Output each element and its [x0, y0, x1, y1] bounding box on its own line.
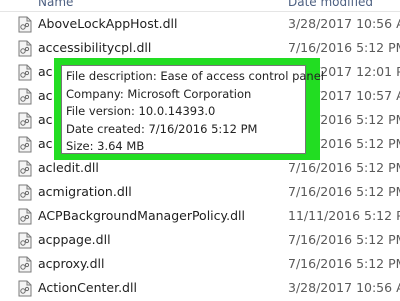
file-date-modified: 7/16/2016 5:12 PM — [288, 40, 400, 55]
file-date-modified: 7/16/2016 5:12 PM — [288, 256, 400, 271]
column-header-name[interactable]: Name — [38, 0, 73, 9]
dll-file-icon — [18, 232, 32, 249]
tooltip-date-created: Date created: 7/16/2016 5:12 PM — [66, 121, 258, 136]
column-header-bar: Name Date modified — [0, 0, 400, 12]
file-date-modified: 7/16/2016 5:12 PM — [288, 184, 400, 199]
file-date-modified: 3/28/2017 10:56 AM — [288, 280, 400, 295]
dll-file-icon — [18, 256, 32, 273]
dll-file-icon — [18, 208, 32, 225]
file-row[interactable]: acppage.dll 7/16/2016 5:12 PM — [0, 229, 400, 253]
dll-file-icon — [18, 16, 32, 33]
dll-file-icon — [18, 40, 32, 57]
file-name: AboveLockAppHost.dll — [38, 16, 178, 31]
file-row[interactable]: AboveLockAppHost.dll 3/28/2017 10:56 AM — [0, 13, 400, 37]
file-name: acproxy.dll — [38, 256, 105, 271]
file-date-modified: 7/16/2016 5:12 PM — [288, 232, 400, 247]
tooltip-file-description: File description: Ease of access control… — [66, 69, 324, 83]
file-date-modified: 7/16/2016 5:12 PM — [288, 160, 400, 175]
file-name: ActionCenter.dll — [38, 280, 137, 295]
dll-file-icon — [18, 184, 32, 201]
file-row[interactable]: acmigration.dll 7/16/2016 5:12 PM — [0, 181, 400, 205]
dll-file-icon — [18, 280, 32, 297]
file-row[interactable]: acproxy.dll 7/16/2016 5:12 PM — [0, 253, 400, 277]
file-date-modified: 3/28/2017 10:56 AM — [288, 16, 400, 31]
file-name: acmigration.dll — [38, 184, 132, 199]
dll-file-icon — [18, 64, 32, 81]
dll-file-icon — [18, 160, 32, 177]
file-name: acledit.dll — [38, 160, 99, 175]
file-name: ac — [38, 112, 53, 127]
file-name: ac — [38, 64, 53, 79]
dll-file-icon — [18, 136, 32, 153]
file-row[interactable]: ActionCenter.dll 3/28/2017 10:56 AM — [0, 277, 400, 301]
file-name: acppage.dll — [38, 232, 111, 247]
tooltip-size: Size: 3.64 MB — [66, 139, 145, 153]
file-row[interactable]: acledit.dll 7/16/2016 5:12 PM — [0, 157, 400, 181]
dll-file-icon — [18, 112, 32, 129]
file-name: ac — [38, 136, 53, 151]
file-name: accessibilitycpl.dll — [38, 40, 152, 55]
dll-file-icon — [18, 88, 32, 105]
tooltip-file-version: File version: 10.0.14393.0 — [66, 104, 216, 118]
file-row[interactable]: ACPBackgroundManagerPolicy.dll 11/11/2016… — [0, 205, 400, 229]
file-name: ac — [38, 88, 53, 103]
column-header-date-modified[interactable]: Date modified — [288, 0, 373, 9]
file-info-tooltip: File description: Ease of access control… — [61, 65, 324, 154]
file-name: ACPBackgroundManagerPolicy.dll — [38, 208, 245, 223]
tooltip-company: Company: Microsoft Corporation — [66, 86, 252, 101]
file-date-modified: 11/11/2016 5:12 PM — [288, 208, 400, 223]
